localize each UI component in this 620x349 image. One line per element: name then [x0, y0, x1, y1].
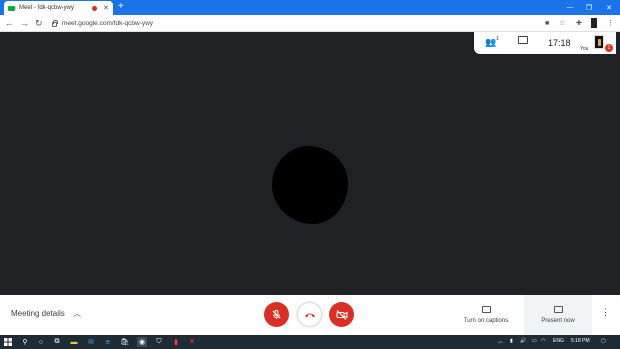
self-label: You: [580, 46, 589, 52]
people-icon[interactable]: 👥: [485, 37, 496, 48]
store-icon[interactable]: 🛍: [120, 337, 130, 347]
meeting-stage: 👥 1 17:18 You 1: [0, 32, 620, 295]
meeting-controls-bar: Meeting details ︿ Turn on captions Prese…: [0, 295, 620, 335]
meeting-details-button[interactable]: Meeting details: [11, 309, 65, 318]
cortana-icon[interactable]: ○: [36, 337, 46, 347]
meeting-top-panel: 👥 1 17:18 You 1: [474, 32, 616, 54]
new-tab-button[interactable]: +: [118, 1, 124, 13]
recording-dot-icon: [92, 5, 98, 11]
chevron-up-icon[interactable]: ︿: [73, 308, 81, 319]
present-now-button[interactable]: Present now: [524, 295, 592, 335]
edge-browser-icon[interactable]: e: [103, 337, 113, 347]
maximize-button[interactable]: ❐: [579, 0, 599, 15]
chat-icon[interactable]: [518, 36, 528, 44]
meet-favicon-icon: [8, 5, 17, 11]
mic-off-icon: [272, 309, 281, 320]
forward-arrow-icon[interactable]: →: [20, 17, 29, 29]
camera-off-button[interactable]: [329, 302, 354, 327]
taskbar-clock[interactable]: 5:18 PM: [571, 338, 590, 344]
browser-tab-meet[interactable]: Meet - fdk-qcbw-ywy ✕: [4, 1, 113, 15]
captions-button[interactable]: Turn on captions: [454, 295, 518, 335]
tray-chevron-icon[interactable]: ︿: [498, 338, 503, 345]
search-icon[interactable]: ⚲: [20, 337, 30, 347]
people-count: 1: [496, 36, 499, 42]
mic-tray-icon[interactable]: ▮: [510, 338, 513, 344]
wifi-icon[interactable]: ◠: [541, 338, 545, 344]
windows-start-icon[interactable]: [3, 337, 13, 347]
self-video-tile[interactable]: [594, 35, 604, 49]
chrome-icon[interactable]: ◉: [137, 337, 147, 347]
windows-taskbar: ⚲ ○ ⧉ ▬ ✉ e 🛍 ◉ ⛉ ▮ ⩙ ︿ ▮ 🔊 ▭ ◠ ENG 5:18…: [0, 335, 620, 349]
browser-menu-icon[interactable]: ⋮: [607, 19, 614, 28]
screen: Meet - fdk-qcbw-ywy ✕ + — ❐ ✕ ← → ↻ meet…: [0, 0, 620, 349]
close-window-button[interactable]: ✕: [599, 0, 619, 15]
extensions-icon[interactable]: ✚: [576, 19, 582, 28]
more-options-icon[interactable]: ⋮: [601, 307, 610, 317]
volume-icon[interactable]: 🔊: [520, 338, 526, 344]
url-text: meet.google.com/fdk-qcbw-ywy: [62, 20, 154, 27]
minimize-button[interactable]: —: [560, 0, 580, 15]
browser-toolbar: ← → ↻ meet.google.com/fdk-qcbw-ywy ■ ☆ ✚…: [0, 15, 620, 32]
back-arrow-icon[interactable]: ←: [5, 17, 14, 29]
bookmark-star-icon[interactable]: ☆: [559, 19, 565, 28]
shield-icon[interactable]: ⛉: [154, 337, 164, 347]
lock-icon: [52, 20, 58, 27]
network-icon[interactable]: ▭: [532, 338, 537, 344]
language-indicator[interactable]: ENG: [553, 338, 564, 344]
microphone-off-button[interactable]: [264, 302, 289, 327]
present-label: Present now: [541, 318, 575, 324]
leave-call-button[interactable]: [297, 302, 322, 327]
close-tab-icon[interactable]: ✕: [103, 4, 109, 12]
acrobat-icon[interactable]: ⩙: [187, 337, 197, 347]
tab-title: Meet - fdk-qcbw-ywy: [19, 5, 75, 11]
task-view-icon[interactable]: ⧉: [52, 337, 62, 347]
captions-icon: [481, 306, 491, 313]
meeting-clock: 17:18: [548, 38, 571, 48]
address-bar[interactable]: meet.google.com/fdk-qcbw-ywy: [52, 17, 582, 30]
mail-icon[interactable]: ✉: [86, 337, 96, 347]
camera-in-use-icon[interactable]: ■: [545, 19, 549, 28]
notifications-icon[interactable]: ▢: [601, 338, 606, 344]
captions-label: Turn on captions: [463, 318, 509, 324]
participant-avatar: [272, 146, 348, 224]
present-screen-icon: [553, 306, 563, 313]
file-explorer-icon[interactable]: ▬: [69, 337, 79, 347]
reload-icon[interactable]: ↻: [35, 17, 43, 29]
hang-up-icon: [304, 313, 315, 317]
app-red-icon[interactable]: ▮: [171, 337, 181, 347]
browser-tab-strip: Meet - fdk-qcbw-ywy ✕ + — ❐ ✕: [0, 0, 620, 15]
camera-off-icon: [336, 309, 347, 320]
profile-avatar[interactable]: [591, 18, 597, 28]
notification-badge: 1: [605, 44, 613, 52]
